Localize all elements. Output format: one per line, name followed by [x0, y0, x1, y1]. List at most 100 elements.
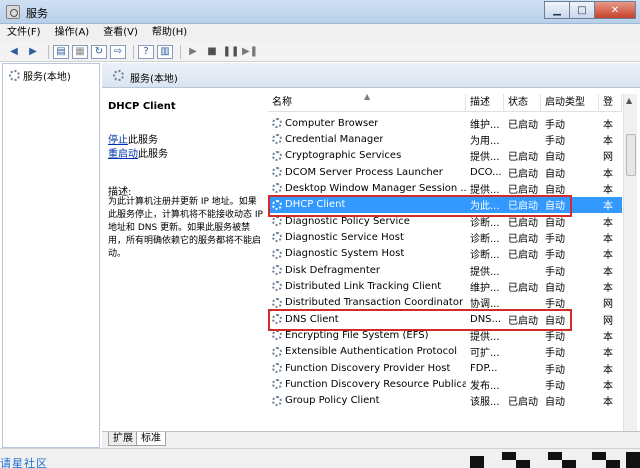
service-name-cell: Diagnostic System Host — [268, 248, 466, 259]
gear-icon — [272, 118, 282, 129]
column-header-name[interactable]: ▲ 名称 — [268, 94, 466, 112]
refresh-icon: ↻ — [94, 46, 104, 57]
service-rows: Computer Browser 维护... 已启动 手动本 Credential Ma… — [268, 115, 622, 409]
service-row[interactable]: Computer Browser 维护... 已启动 手动 本 — [268, 115, 622, 131]
service-status: 已启动 — [508, 250, 538, 262]
gear-icon — [272, 281, 282, 292]
service-description: 诊断... — [470, 233, 500, 245]
start-service-button[interactable]: ▶ — [185, 45, 201, 59]
tab-standard[interactable]: 标准 — [136, 432, 166, 446]
service-startup-type: 手动 — [545, 233, 565, 245]
column-header-row: ▲ 名称 描述 状态 启动类型 登 — [268, 94, 622, 112]
forward-button[interactable]: ▶ — [25, 45, 41, 59]
service-row[interactable]: Cryptographic Services 提供... 已启动 自动 网 — [268, 148, 622, 164]
service-name: Diagnostic Service Host — [285, 231, 404, 243]
service-name-cell: Cryptographic Services — [268, 150, 466, 161]
forward-arrow-icon: ▶ — [29, 46, 37, 57]
close-button[interactable]: ✕ — [594, 1, 636, 19]
stop-service-action: 停止此服务 — [108, 131, 158, 146]
service-description: 提供... — [470, 152, 500, 164]
service-row[interactable]: Function Discovery Provider Host FDP... 手动… — [268, 360, 622, 376]
service-name: Function Discovery Resource Publicati... — [285, 378, 466, 390]
noise-block — [626, 452, 640, 468]
service-row[interactable]: Group Policy Client 该服... 已启动 自动 本 — [268, 393, 622, 409]
column-header-logon[interactable]: 登 — [599, 94, 622, 112]
service-logon: 本 — [603, 250, 613, 262]
service-name-cell: DCOM Server Process Launcher — [268, 167, 466, 178]
maximize-button[interactable]: □ — [569, 1, 595, 19]
tree-item-services-local[interactable]: 服务(本地) — [9, 68, 71, 83]
scroll-up-icon[interactable]: ▲ — [626, 96, 632, 105]
service-description: 为用... — [470, 135, 500, 147]
service-row[interactable]: DCOM Server Process Launcher DCO... 已启动 自动 本 — [268, 164, 622, 180]
service-name: Credential Manager — [285, 133, 384, 145]
service-row[interactable]: Function Discovery Resource Publicati...… — [268, 376, 622, 392]
service-name: Desktop Window Manager Session ... — [285, 182, 466, 194]
service-name: Extensible Authentication Protocol — [285, 346, 457, 358]
restart-service-link[interactable]: 重启动 — [108, 149, 138, 160]
menu-help[interactable]: 帮助(H) — [145, 24, 194, 42]
back-button[interactable]: ◀ — [6, 45, 22, 59]
description-text: 为此计算机注册并更新 IP 地址。如果此服务停止，计算机将不能接收动态 IP 地… — [108, 197, 263, 259]
action-pane-button[interactable]: ▥ — [157, 44, 173, 59]
service-startup-type: 自动 — [545, 282, 565, 294]
menu-view[interactable]: 查看(V) — [96, 24, 145, 42]
column-header-status[interactable]: 状态 — [504, 94, 541, 112]
pause-service-button[interactable]: ❚❚ — [223, 45, 240, 59]
service-logon: 本 — [603, 217, 613, 229]
service-name-cell: Diagnostic Service Host — [268, 232, 466, 243]
service-row[interactable]: Distributed Link Tracking Client 维护... 已启动… — [268, 278, 622, 294]
menu-action[interactable]: 操作(A) — [48, 24, 97, 42]
service-name-cell: Diagnostic Policy Service — [268, 216, 466, 227]
noise-blocks — [470, 452, 640, 468]
service-name-cell: Function Discovery Resource Publicati... — [268, 379, 466, 390]
stop-service-button[interactable]: ■ — [204, 45, 220, 59]
noise-block — [502, 452, 516, 460]
service-logon: 网 — [603, 315, 613, 327]
highlight-box-dhcp-client — [268, 195, 572, 217]
play-icon: ▶ — [189, 46, 197, 57]
console-tree-icon: ▤ — [56, 46, 66, 57]
minimize-button[interactable]: ▁ — [544, 1, 570, 19]
export-list-button[interactable]: ⇨ — [110, 44, 126, 59]
window-title: 服务 — [26, 7, 48, 20]
menu-file[interactable]: 文件(F) — [0, 24, 48, 42]
service-row[interactable]: Extensible Authentication Protocol 可扩... 手… — [268, 344, 622, 360]
service-row[interactable]: Diagnostic System Host 诊断... 已启动 手动 本 — [268, 246, 622, 262]
refresh-button[interactable]: ↻ — [91, 44, 107, 59]
column-header-description[interactable]: 描述 — [466, 94, 504, 112]
service-description: 维护... — [470, 119, 500, 131]
service-row[interactable]: Diagnostic Service Host 诊断... 已启动 手动 本 — [268, 229, 622, 245]
vertical-scrollbar[interactable]: ▲ — [623, 94, 637, 431]
service-logon: 本 — [603, 168, 613, 180]
service-row[interactable]: Credential Manager 为用... 手动 本 — [268, 131, 622, 147]
restart-service-button[interactable]: ▶❚ — [242, 45, 258, 59]
service-name: Disk Defragmenter — [285, 264, 381, 276]
service-name: Group Policy Client — [285, 395, 380, 407]
properties-button[interactable]: ▦ — [72, 44, 88, 59]
service-name: Function Discovery Provider Host — [285, 362, 451, 374]
tab-extended[interactable]: 扩展 — [108, 432, 138, 446]
service-logon: 本 — [603, 380, 613, 392]
gear-icon — [272, 265, 282, 276]
scrollbar-thumb[interactable] — [626, 134, 636, 176]
service-row[interactable]: Disk Defragmenter 提供... 手动 本 — [268, 262, 622, 278]
stop-icon: ■ — [207, 46, 217, 57]
service-logon: 本 — [603, 233, 613, 245]
service-logon: 本 — [603, 266, 613, 278]
gear-icon — [9, 70, 20, 81]
service-logon: 本 — [603, 135, 613, 147]
gear-icon — [272, 216, 282, 227]
service-status: 已启动 — [508, 184, 538, 196]
show-tree-button[interactable]: ▤ — [53, 44, 69, 59]
service-status: 已启动 — [508, 282, 538, 294]
column-header-startup-type[interactable]: 启动类型 — [541, 94, 599, 112]
gear-icon — [272, 363, 282, 374]
help-button[interactable]: ? — [138, 44, 154, 59]
service-logon: 网 — [603, 152, 613, 164]
service-description: 发布... — [470, 380, 500, 392]
pane-title: 服务(本地) — [130, 74, 178, 85]
service-description: 提供... — [470, 184, 500, 196]
gear-icon — [272, 167, 282, 178]
console-tree: 服务(本地) — [2, 63, 100, 448]
